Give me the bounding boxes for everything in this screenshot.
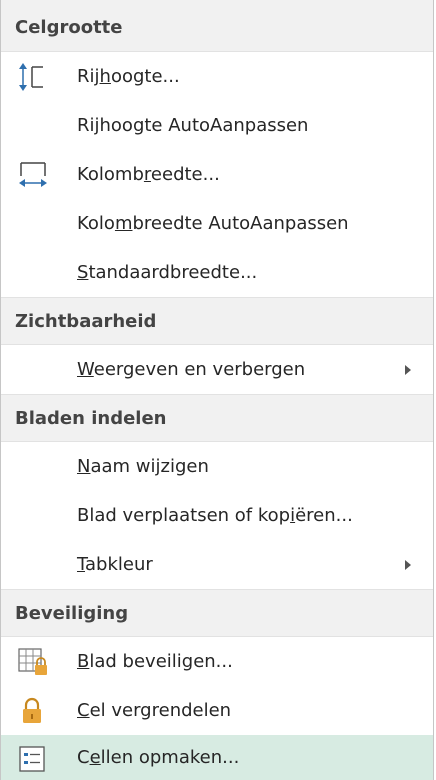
menu-item-label: Cellen opmaken... <box>77 747 240 768</box>
menu-item-column-width[interactable]: Kolombreedte... <box>1 150 433 199</box>
menu-item-label: Kolombreedte... <box>77 164 220 185</box>
menu-item-label: Rijhoogte AutoAanpassen <box>77 115 309 136</box>
section-header-visibility: Zichtbaarheid <box>1 297 433 345</box>
menu-item-label: Naam wijzigen <box>77 456 209 477</box>
menu-item-row-height[interactable]: Rijhoogte... <box>1 52 433 101</box>
menu-item-protect-sheet[interactable]: Blad beveiligen... <box>1 637 433 686</box>
menu-item-column-width-autofit[interactable]: Kolombreedte AutoAanpassen <box>1 199 433 248</box>
menu-item-default-width[interactable]: Standaardbreedte... <box>1 248 433 297</box>
menu-item-lock-cell[interactable]: Cel vergrendelen <box>1 686 433 735</box>
section-header-organize-sheets: Bladen indelen <box>1 394 433 442</box>
submenu-arrow-icon <box>405 364 411 375</box>
menu-item-label: Tabkleur <box>77 554 153 575</box>
menu-item-label: Rijhoogte... <box>77 66 180 87</box>
menu-item-format-cells[interactable]: Cellen opmaken... <box>1 735 433 780</box>
section-header-cell-size: Celgrootte <box>1 0 433 52</box>
row-height-icon <box>17 62 49 92</box>
format-cells-icon <box>17 744 49 774</box>
menu-item-rename-sheet[interactable]: Naam wijzigen <box>1 442 433 491</box>
menu-item-label: Blad verplaatsen of kopiëren... <box>77 505 353 526</box>
menu-item-label: Kolombreedte AutoAanpassen <box>77 213 349 234</box>
section-header-protection: Beveiliging <box>1 589 433 637</box>
menu-item-move-copy-sheet[interactable]: Blad verplaatsen of kopiëren... <box>1 491 433 540</box>
menu-item-label: Blad beveiligen... <box>77 651 233 672</box>
format-context-menu: Celgrootte Rijhoogte... Rijhoogte AutoAa… <box>0 0 434 780</box>
lock-icon <box>17 696 49 726</box>
menu-item-label: Cel vergrendelen <box>77 700 232 721</box>
column-width-icon <box>17 160 49 190</box>
menu-item-row-height-autofit[interactable]: Rijhoogte AutoAanpassen <box>1 101 433 150</box>
submenu-arrow-icon <box>405 559 411 570</box>
menu-item-label: Weergeven en verbergen <box>77 359 306 380</box>
protect-sheet-icon <box>17 647 49 677</box>
menu-item-show-hide[interactable]: Weergeven en verbergen <box>1 345 433 394</box>
menu-item-tab-color[interactable]: Tabkleur <box>1 540 433 589</box>
menu-item-label: Standaardbreedte... <box>77 262 258 283</box>
